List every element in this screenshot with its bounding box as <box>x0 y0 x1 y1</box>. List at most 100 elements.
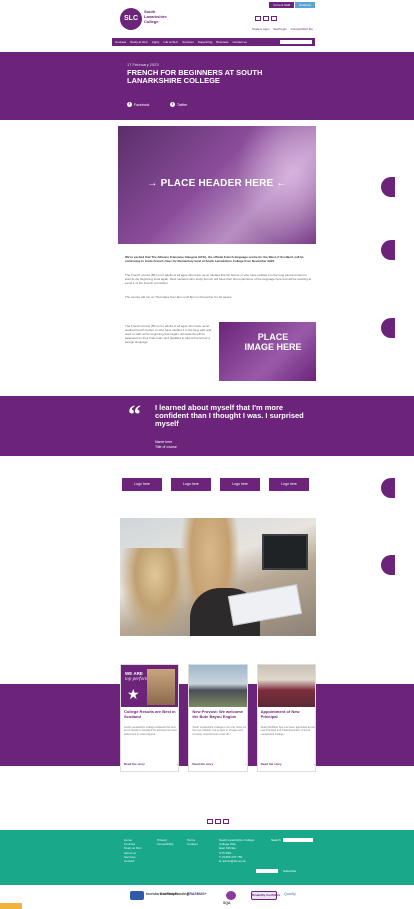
nav-item[interactable]: Courses <box>115 40 126 44</box>
news-card-image <box>257 665 315 707</box>
news-card[interactable]: New Provost: We welcome the Bute Bayou E… <box>188 664 248 772</box>
footer-link[interactable]: Cookies <box>187 842 198 846</box>
read-story-link[interactable]: Read the story › <box>124 762 178 766</box>
share-facebook-label: Facebook <box>134 102 150 107</box>
partner-logo: SQA <box>223 901 231 905</box>
nav-item[interactable]: Life at SLC <box>163 40 178 44</box>
news-badge-title: WE ARE <box>125 671 143 676</box>
testimonial-quote: I learned about myself that I'm more con… <box>155 403 304 428</box>
partner-logo-mark <box>226 891 236 900</box>
article-paragraph: The French course (B1) is for adults of … <box>125 273 312 285</box>
news-card[interactable]: Appointment of New Principal Stuart McKi… <box>256 664 316 772</box>
nav-item[interactable]: Apply <box>152 40 160 44</box>
share-twitter-label: Twitter <box>177 102 188 107</box>
student-login-link[interactable]: Student login <box>252 27 270 31</box>
site-footer: Home Courses Study at SLC About us Servi… <box>0 830 414 885</box>
corner-marker <box>0 903 22 909</box>
news-card-image: WE ARE top performing ★ <box>121 665 179 707</box>
logo-button[interactable]: Logo here <box>122 478 162 491</box>
nav-item[interactable]: Supporting <box>198 40 213 44</box>
tab-students[interactable]: Students <box>295 2 315 8</box>
footer-link[interactable]: Study at SLC <box>124 846 142 850</box>
social-icon[interactable] <box>263 16 269 21</box>
side-marker <box>381 240 395 260</box>
footer-address: South Lanarkshire College College Way Ea… <box>219 838 254 863</box>
nav-item[interactable]: Contact us <box>232 40 246 44</box>
social-icon[interactable] <box>223 819 229 824</box>
arrow-right-icon: › <box>245 762 247 766</box>
page-title: FRENCH FOR BEGINNERS AT SOUTH LANARKSHIR… <box>127 68 263 85</box>
nav-item[interactable]: Business <box>216 40 228 44</box>
read-story-label: Read the story <box>124 762 145 766</box>
logo-button[interactable]: Logo here <box>171 478 211 491</box>
news-card-title: New Provost: We welcome the Bute Bayou E… <box>192 709 243 719</box>
footer-search-label: Search <box>271 838 281 842</box>
footer-link[interactable]: Contact <box>124 859 142 863</box>
news-cards: WE ARE top performing ★ College Results … <box>120 664 316 772</box>
news-card[interactable]: WE ARE top performing ★ College Results … <box>120 664 180 772</box>
utility-links: Student login Staff login Contact/Worl.f… <box>252 27 313 31</box>
read-story-link[interactable]: Read the story › <box>261 762 315 766</box>
subscribe-button[interactable]: Subscribe <box>283 869 296 873</box>
footer-search-input[interactable] <box>283 838 313 842</box>
arrow-right-icon: › <box>177 762 178 766</box>
footer-link[interactable]: Accessibility <box>157 842 173 846</box>
logo-buttons: Logo here Logo here Logo here Logo here <box>122 478 316 491</box>
side-marker <box>381 555 395 575</box>
college-logo[interactable]: SLC <box>120 8 142 30</box>
testimonial-attribution: Name here Title of course <box>155 440 177 449</box>
students-photo <box>120 518 316 636</box>
news-card-title: Appointment of New Principal <box>260 709 300 719</box>
footer-links: Terms Cookies <box>187 838 198 846</box>
read-story-link[interactable]: Read the story › <box>192 762 246 766</box>
side-marker <box>381 318 395 338</box>
social-icon[interactable] <box>207 819 213 824</box>
star-icon: ★ <box>127 686 140 702</box>
testimonial-course: Title of course <box>155 444 177 449</box>
nav-item[interactable]: Services <box>182 40 194 44</box>
news-card-image <box>189 665 247 707</box>
tab-current-staff[interactable]: Current Staff <box>269 2 295 8</box>
college-name: South Lanarkshire College <box>144 9 167 24</box>
footer-links: Home Courses Study at SLC About us Servi… <box>124 838 142 863</box>
nav-item[interactable]: Study at SLC <box>130 40 148 44</box>
logo-button[interactable]: Logo here <box>269 478 309 491</box>
twitter-icon: t <box>170 102 175 107</box>
news-card-title: College Results are Best in Scotland <box>124 709 176 719</box>
address-line: E: admin@slc.ac.uk <box>219 859 246 864</box>
main-nav: Courses Study at SLC Apply Life at SLC S… <box>112 38 315 46</box>
header-image-placeholder: → PLACE HEADER HERE ← <box>118 126 316 244</box>
article-lead: We're excited that The Alliance Français… <box>125 255 304 263</box>
social-icons-footer <box>207 819 229 824</box>
social-icon[interactable] <box>255 16 261 21</box>
side-marker <box>381 478 395 498</box>
quote-icon: “ <box>128 400 141 429</box>
social-icon[interactable] <box>215 819 221 824</box>
top-bar: SLC South Lanarkshire College Current St… <box>112 0 315 38</box>
contact-link[interactable]: Contact/Worl.fbe <box>291 27 313 31</box>
page: SLC South Lanarkshire College Current St… <box>0 0 414 909</box>
search-input[interactable] <box>280 40 312 44</box>
arrow-right-icon: › <box>313 762 315 766</box>
logo-button[interactable]: Logo here <box>220 478 260 491</box>
share-facebook-button[interactable]: f Facebook <box>127 102 149 107</box>
audience-tabs: Current Staff Students <box>269 2 315 8</box>
partner-logo-mark <box>130 891 144 900</box>
site-header: SLC South Lanarkshire College Current St… <box>112 0 315 46</box>
partner-logo: ERASMUS+ <box>187 892 207 896</box>
news-card-text: Stuart McKillop has now been appointed a… <box>260 726 315 736</box>
article-paragraph: The course will run on Thursdays from 6p… <box>125 295 233 299</box>
footer-links: Privacy Accessibility <box>157 838 173 846</box>
news-card-text: South Lanarkshire College achieved the b… <box>124 726 177 736</box>
read-story-label: Read the story <box>260 762 282 766</box>
staff-login-link[interactable]: Staff login <box>273 27 286 31</box>
partner-logos: Investors in People Scottish Funding ERA… <box>0 886 414 909</box>
partner-logo: Scottish Funding <box>160 892 189 896</box>
subscribe-email-input[interactable] <box>256 869 278 873</box>
hero: 17 February 2023 FRENCH FOR BEGINNERS AT… <box>112 52 315 120</box>
share-twitter-button[interactable]: t Twitter <box>170 102 187 107</box>
social-icon[interactable] <box>271 16 277 21</box>
article-date: 17 February 2023 <box>127 62 159 67</box>
image-placeholder-label: PLACE IMAGE HERE <box>244 332 302 352</box>
article-paragraph: The French course (B1) is for adults of … <box>125 324 212 344</box>
